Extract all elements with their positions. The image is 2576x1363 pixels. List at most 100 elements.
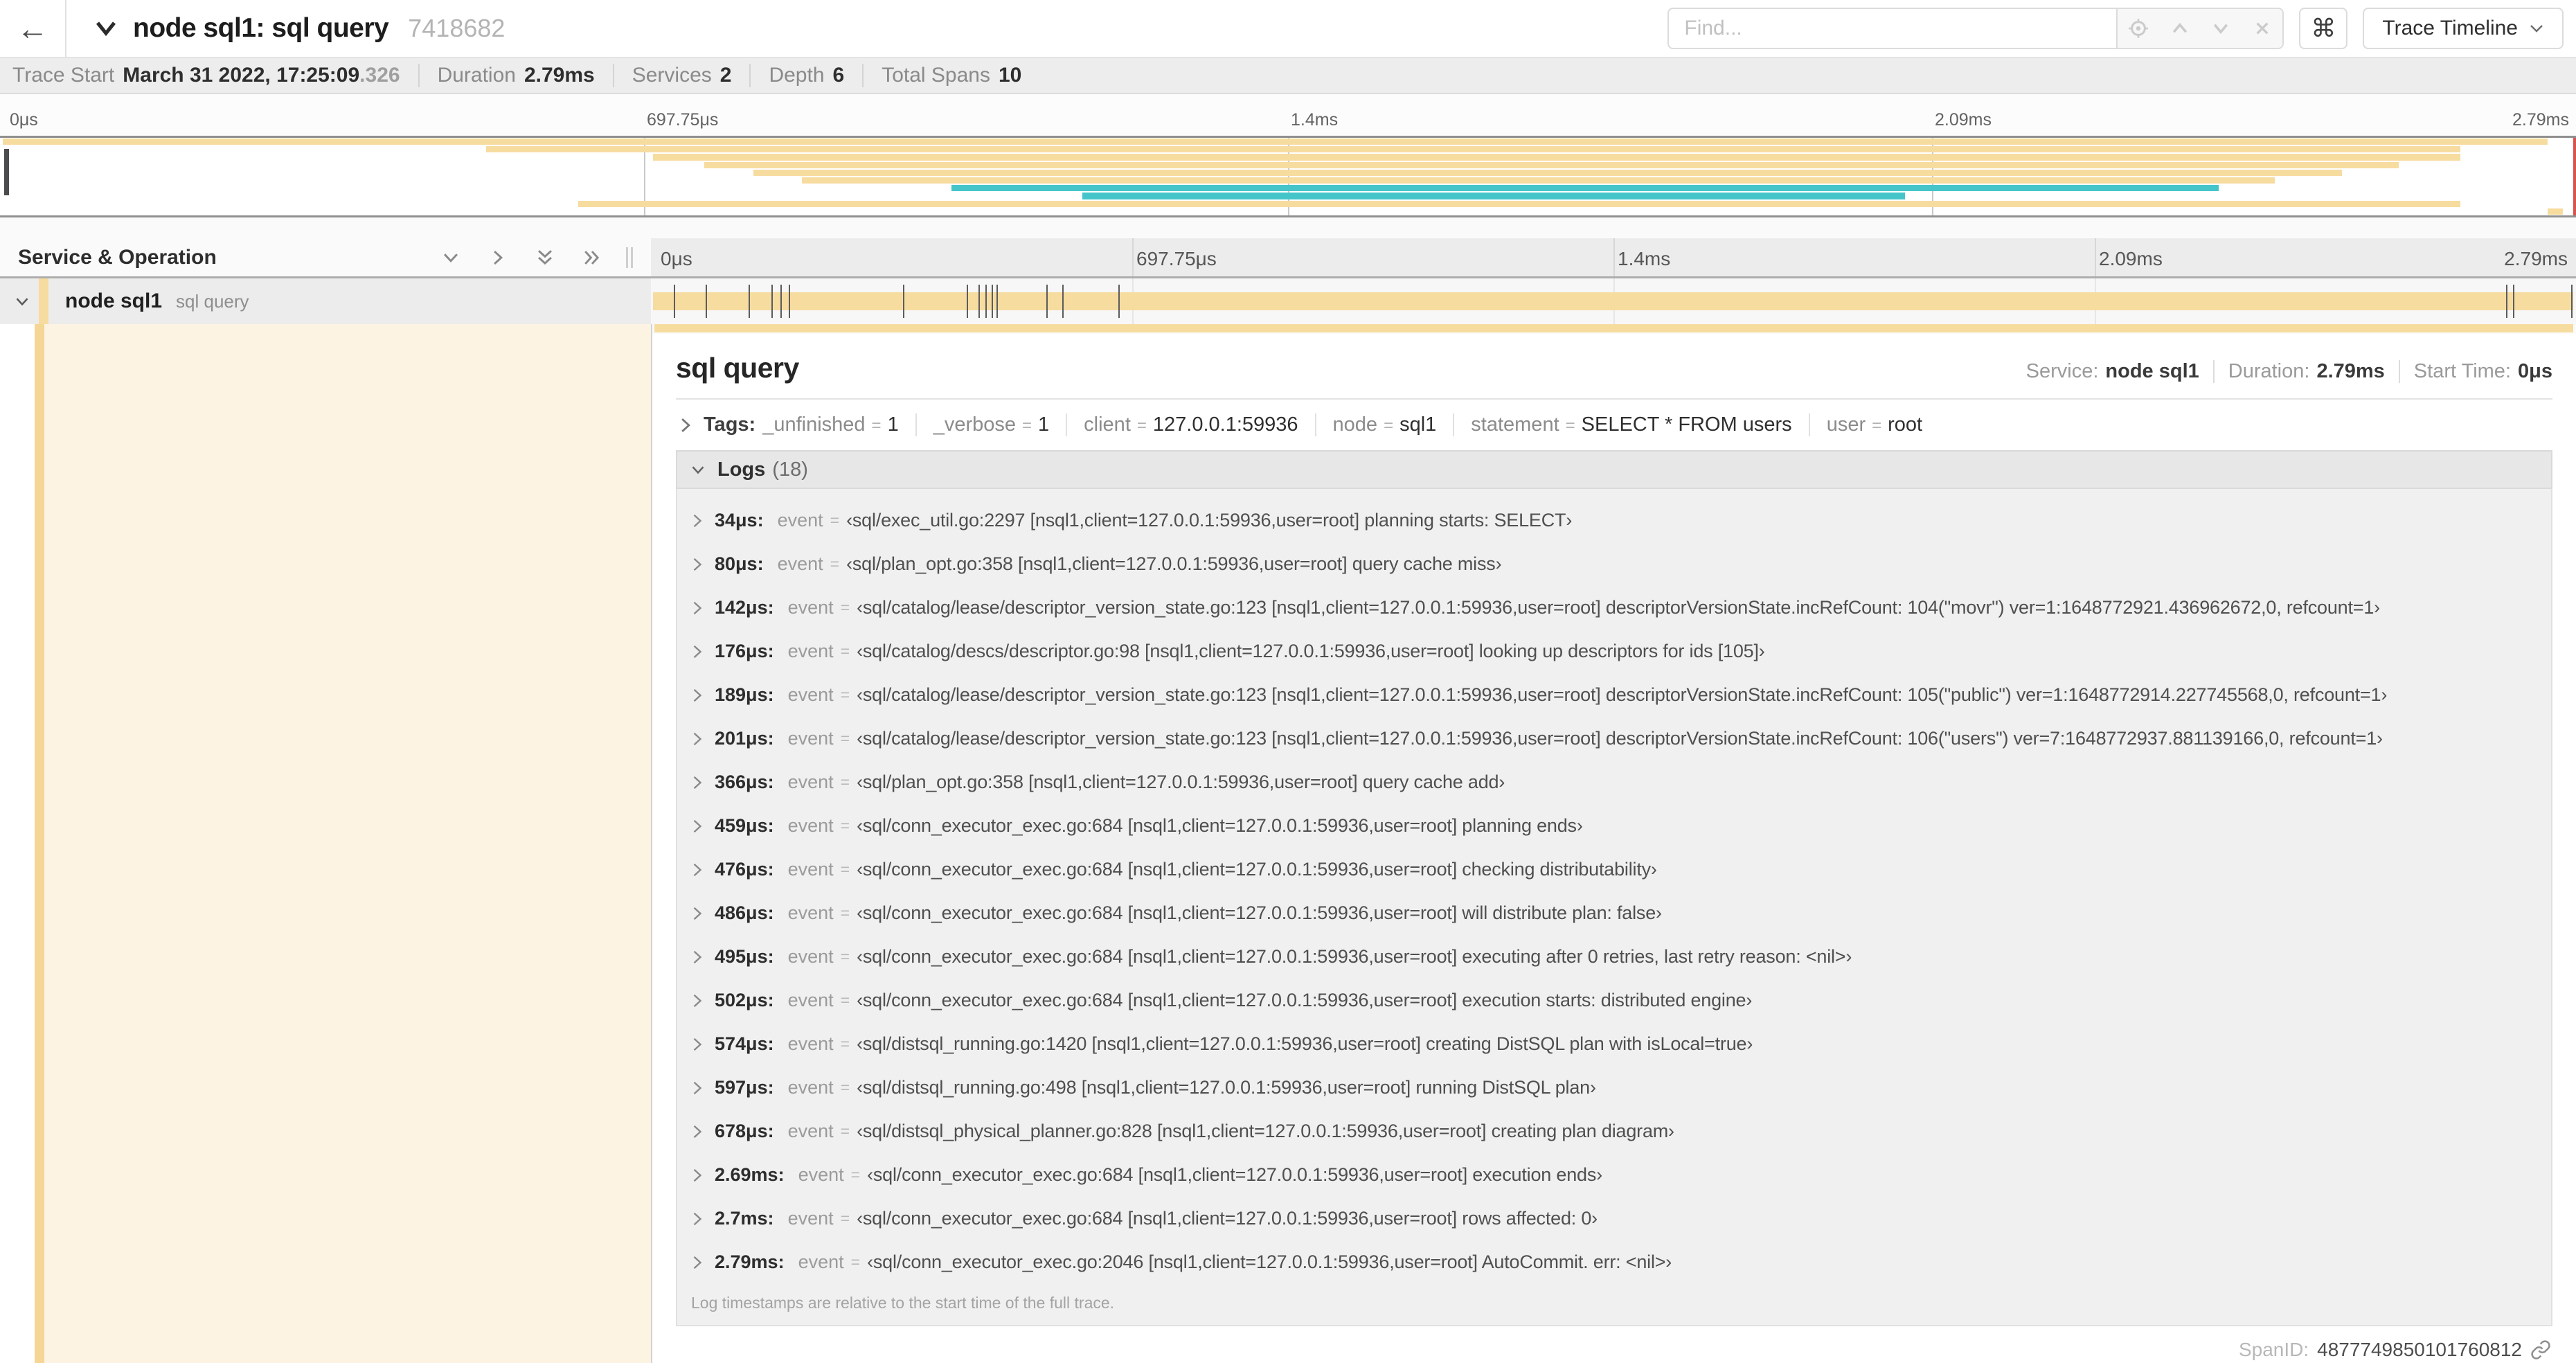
view-selector-button[interactable]: Trace Timeline	[2363, 8, 2564, 49]
minimap-range-scrubber[interactable]	[4, 148, 9, 195]
expand-one-chevron-right-icon[interactable]	[489, 249, 507, 267]
child-span-duration-bar[interactable]	[654, 324, 2573, 332]
span-overview: Service: node sql1 Duration: 2.79ms Star…	[2026, 360, 2552, 383]
log-entry-row[interactable]: 201μs: event = ‹sql/catalog/lease/descri…	[677, 717, 2551, 760]
expand-all-double-chevron-right-icon[interactable]	[583, 249, 601, 267]
tag-item: _verbose = 1	[915, 413, 1049, 436]
log-marker-tick[interactable]	[2506, 285, 2508, 318]
minimap-span-row	[3, 177, 2573, 184]
log-timestamp: 142μs:	[715, 597, 774, 618]
tag-key: user	[1826, 413, 1866, 436]
log-timestamp: 366μs:	[715, 772, 774, 792]
log-entry-row[interactable]: 597μs: event = ‹sql/distsql_running.go:4…	[677, 1066, 2551, 1110]
span-row-timeline-cell[interactable]	[651, 278, 2576, 324]
log-timestamp: 189μs:	[715, 684, 774, 705]
collapse-all-double-chevron-down-icon[interactable]	[536, 249, 554, 267]
log-marker-tick[interactable]	[789, 285, 791, 318]
log-entry-row[interactable]: 574μs: event = ‹sql/distsql_running.go:1…	[677, 1022, 2551, 1066]
log-marker-tick[interactable]	[2571, 285, 2573, 318]
log-marker-tick[interactable]	[673, 285, 675, 318]
minimap-span-bar	[2547, 208, 2564, 215]
log-entry-row[interactable]: 189μs: event = ‹sql/catalog/lease/descri…	[677, 673, 2551, 717]
log-chevron-right-icon	[691, 949, 704, 965]
log-entry-row[interactable]: 459μs: event = ‹sql/conn_executor_exec.g…	[677, 804, 2551, 848]
logs-count: (18)	[772, 458, 808, 481]
overview-item: Duration: 2.79ms	[2212, 360, 2385, 383]
focus-target-icon[interactable]	[2120, 10, 2156, 46]
minimap-canvas[interactable]	[0, 136, 2576, 217]
trace-info-item: Duration 2.79ms	[418, 64, 595, 87]
tag-item: _unfinished = 1	[762, 413, 899, 436]
keyboard-shortcuts-button[interactable]: ⌘	[2299, 8, 2348, 49]
tag-value: 1	[1038, 413, 1050, 436]
log-entry-row[interactable]: 80μs: event = ‹sql/plan_opt.go:358 [nsql…	[677, 542, 2551, 586]
log-marker-tick[interactable]	[967, 285, 969, 318]
log-timestamp: 597μs:	[715, 1077, 774, 1098]
log-field-value: ‹sql/conn_executor_exec.go:684 [nsql1,cl…	[857, 990, 1753, 1010]
back-button[interactable]: ←	[0, 0, 66, 57]
column-resizer-handle[interactable]	[626, 247, 633, 268]
minimap-span-bar	[1082, 193, 1905, 199]
tags-accordion[interactable]: Tags: _unfinished = 1 _verbose = 1 clien…	[676, 400, 2552, 450]
minimap-range-end-line[interactable]	[2573, 138, 2576, 215]
log-field-value: ‹sql/conn_executor_exec.go:684 [nsql1,cl…	[857, 1208, 1598, 1229]
tag-key: client	[1084, 413, 1131, 436]
span-collapse-chevron-down-icon[interactable]	[14, 293, 30, 310]
log-entry-row[interactable]: 678μs: event = ‹sql/distsql_physical_pla…	[677, 1110, 2551, 1153]
prev-result-chevron-up-icon[interactable]	[2162, 10, 2198, 46]
log-marker-tick[interactable]	[2513, 285, 2515, 318]
log-entry-row[interactable]: 366μs: event = ‹sql/plan_opt.go:358 [nsq…	[677, 760, 2551, 804]
log-marker-tick[interactable]	[902, 285, 904, 318]
logs-accordion-header[interactable]: Logs (18)	[676, 450, 2552, 489]
minimap-span-row	[3, 153, 2573, 161]
log-marker-tick[interactable]	[1118, 285, 1120, 318]
trace-minimap[interactable]: 0μs 697.75μs 1.4ms 2.09ms 2.79ms	[0, 94, 2576, 217]
log-entry-row[interactable]: 495μs: event = ‹sql/conn_executor_exec.g…	[677, 935, 2551, 979]
expanded-area: sql query Service: node sql1 Duration: 2…	[0, 324, 2576, 1363]
log-entry-row[interactable]: 34μs: event = ‹sql/exec_util.go:2297 [ns…	[677, 499, 2551, 542]
log-marker-tick[interactable]	[985, 285, 987, 318]
log-entry-row[interactable]: 486μs: event = ‹sql/conn_executor_exec.g…	[677, 891, 2551, 935]
collapse-one-chevron-down-icon[interactable]	[442, 249, 460, 267]
log-entry-row[interactable]: 176μs: event = ‹sql/catalog/descs/descri…	[677, 630, 2551, 673]
trace-title-wrap[interactable]: node sql1: sql query 7418682	[94, 13, 505, 44]
timeline-tick-label: 2.79ms	[2504, 248, 2568, 269]
log-marker-tick[interactable]	[992, 285, 994, 318]
minimap-span-bar	[485, 146, 2460, 153]
log-marker-tick[interactable]	[780, 285, 782, 318]
log-marker-tick[interactable]	[978, 285, 981, 318]
log-equals: =	[840, 947, 850, 965]
log-entry-row[interactable]: 142μs: event = ‹sql/catalog/lease/descri…	[677, 586, 2551, 630]
log-field-key: event	[787, 641, 834, 661]
log-entry-row[interactable]: 2.7ms: event = ‹sql/conn_executor_exec.g…	[677, 1197, 2551, 1240]
timeline-ruler: 0μs 697.75μs 1.4ms 2.09ms 2.79ms	[651, 238, 2576, 276]
log-entry-row[interactable]: 502μs: event = ‹sql/conn_executor_exec.g…	[677, 979, 2551, 1022]
next-result-chevron-down-icon[interactable]	[2203, 10, 2239, 46]
deep-link-icon[interactable]	[2530, 1339, 2551, 1360]
log-marker-tick[interactable]	[996, 285, 999, 318]
overview-item: Start Time: 0μs	[2398, 360, 2552, 383]
overview-value: 2.79ms	[2316, 360, 2385, 382]
find-input[interactable]	[1667, 8, 2117, 49]
log-marker-tick[interactable]	[1046, 285, 1048, 318]
log-entry-row[interactable]: 476μs: event = ‹sql/conn_executor_exec.g…	[677, 848, 2551, 891]
trace-info-item: Trace Start March 31 2022, 17:25:09 .326	[12, 64, 400, 87]
log-marker-tick[interactable]	[771, 285, 773, 318]
log-marker-tick[interactable]	[705, 285, 707, 318]
log-chevron-right-icon	[691, 774, 704, 791]
tag-value: root	[1888, 413, 1923, 436]
find-group	[1667, 8, 2284, 49]
collapse-controls	[442, 249, 601, 267]
log-entry-row[interactable]: 2.69ms: event = ‹sql/conn_executor_exec.…	[677, 1153, 2551, 1197]
minimap-tick-label: 1.4ms	[1291, 110, 1339, 130]
collapse-trace-chevron-down-icon[interactable]	[94, 20, 118, 37]
clear-find-x-icon[interactable]	[2244, 10, 2280, 46]
log-marker-tick[interactable]	[1062, 285, 1064, 318]
log-entry-row[interactable]: 2.79ms: event = ‹sql/conn_executor_exec.…	[677, 1240, 2551, 1284]
trace-info-item: Total Spans 10	[862, 64, 1021, 87]
span-duration-bar[interactable]	[653, 292, 2573, 310]
span-row-name-cell[interactable]: node sql1 sql query	[0, 278, 651, 324]
log-field-value: ‹sql/conn_executor_exec.go:684 [nsql1,cl…	[857, 946, 1852, 967]
log-field-key: event	[787, 684, 834, 705]
log-marker-tick[interactable]	[748, 285, 750, 318]
